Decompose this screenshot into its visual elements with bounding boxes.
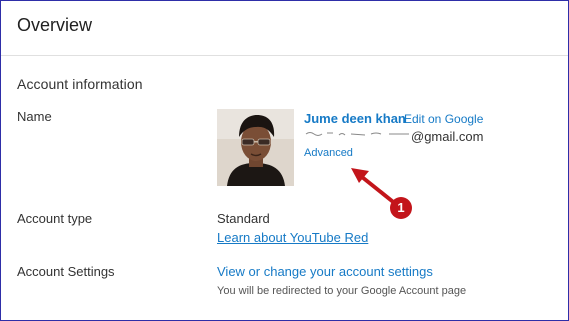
name-label: Name: [17, 109, 52, 124]
redirect-note: You will be redirected to your Google Ac…: [217, 285, 467, 297]
learn-about-youtube-red-link[interactable]: Learn about YouTube Red: [217, 230, 368, 245]
overview-panel: Overview Account information Name Jume d…: [0, 0, 569, 321]
view-account-settings-link[interactable]: View or change your account settings: [217, 264, 433, 279]
account-type-label: Account type: [17, 211, 93, 226]
account-type-value: Standard: [217, 211, 270, 226]
advanced-link[interactable]: Advanced: [304, 147, 353, 159]
avatar: [217, 109, 294, 186]
section-title-account-information: Account information: [17, 76, 143, 92]
profile-photo-icon: [217, 109, 294, 186]
edit-on-google-link[interactable]: Edit on Google: [404, 112, 483, 126]
page-title: Overview: [17, 15, 93, 35]
account-settings-label: Account Settings: [17, 264, 115, 279]
email-domain-text: @gmail.com: [411, 129, 484, 144]
annotation-badge: 1: [390, 197, 412, 219]
overview-header: Overview: [1, 1, 568, 56]
account-name-link[interactable]: Jume deen khan: [304, 111, 406, 126]
redacted-email-scribble: [305, 132, 409, 136]
